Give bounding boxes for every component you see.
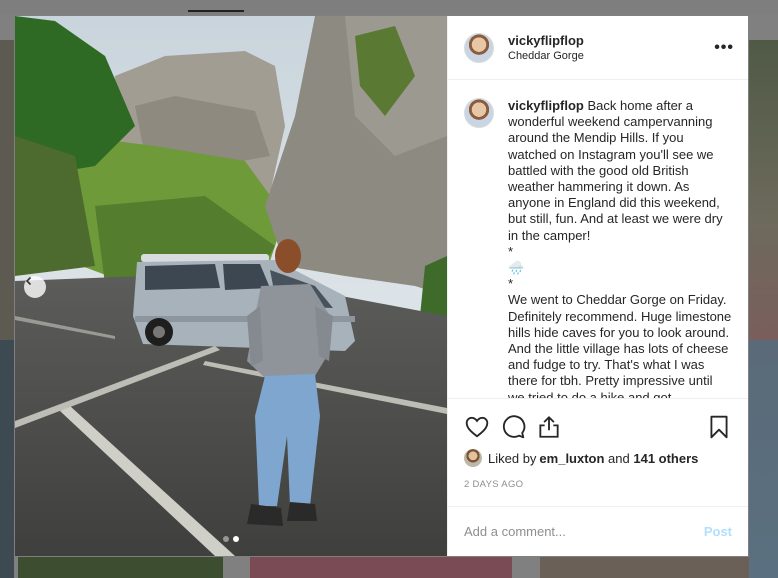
liker-username[interactable]: em_luxton (539, 451, 604, 466)
feed-thumbnail (250, 557, 512, 578)
chevron-left-icon (25, 276, 32, 286)
post-sidebar: vickyflipflop Cheddar Gorge ••• vickyfli… (447, 16, 748, 556)
comments-section[interactable]: vickyflipflop Back home after a wonderfu… (448, 80, 748, 398)
post-actions: Liked by em_luxton and 141 others 2 DAYS… (448, 398, 748, 506)
author-avatar[interactable] (464, 32, 494, 63)
post-modal: vickyflipflop Cheddar Gorge ••• vickyfli… (15, 16, 748, 556)
previous-photo-button[interactable] (24, 276, 46, 298)
more-options-button[interactable]: ••• (714, 39, 734, 57)
feed-thumbnail (0, 40, 14, 340)
post-header: vickyflipflop Cheddar Gorge ••• (448, 16, 748, 80)
likes-summary: Liked by em_luxton and 141 others (464, 449, 732, 467)
heart-icon[interactable] (464, 414, 490, 440)
more-horizontal-icon: ••• (714, 39, 734, 56)
action-icons-row (464, 407, 732, 447)
feed-thumbnail (0, 340, 14, 578)
caption-avatar[interactable] (464, 98, 494, 128)
bookmark-icon[interactable] (706, 414, 732, 440)
feed-thumbnail (18, 557, 223, 578)
gorge-campervan-photo (15, 16, 447, 556)
author-username[interactable]: vickyflipflop (508, 33, 584, 48)
post-photo[interactable] (15, 16, 447, 556)
post-timestamp[interactable]: 2 DAYS AGO (464, 479, 732, 490)
likes-count-link[interactable]: 141 others (633, 451, 698, 466)
likes-prefix: Liked by (488, 450, 537, 466)
active-tab-indicator (188, 10, 244, 12)
caption-text: Back home after a wonderful weekend camp… (508, 98, 732, 398)
likes-middle: and (604, 450, 634, 466)
carousel-dot-active (233, 536, 239, 542)
carousel-indicator (15, 536, 447, 542)
feed-thumbnail (749, 40, 778, 340)
liker-avatar[interactable] (464, 449, 482, 467)
feed-thumbnail (749, 340, 778, 578)
post-comment-button[interactable]: Post (704, 524, 732, 539)
comment-input[interactable] (464, 524, 704, 539)
share-icon[interactable] (536, 414, 562, 440)
feed-thumbnail (540, 557, 749, 578)
post-location[interactable]: Cheddar Gorge (508, 50, 584, 62)
carousel-dot (223, 536, 229, 542)
caption-username[interactable]: vickyflipflop (508, 98, 584, 113)
post-caption: vickyflipflop Back home after a wonderfu… (508, 98, 732, 398)
comment-icon[interactable] (500, 414, 526, 440)
author-info: vickyflipflop Cheddar Gorge (508, 33, 584, 62)
profile-tabs-strip (0, 0, 778, 14)
comment-form: Post (448, 506, 748, 556)
